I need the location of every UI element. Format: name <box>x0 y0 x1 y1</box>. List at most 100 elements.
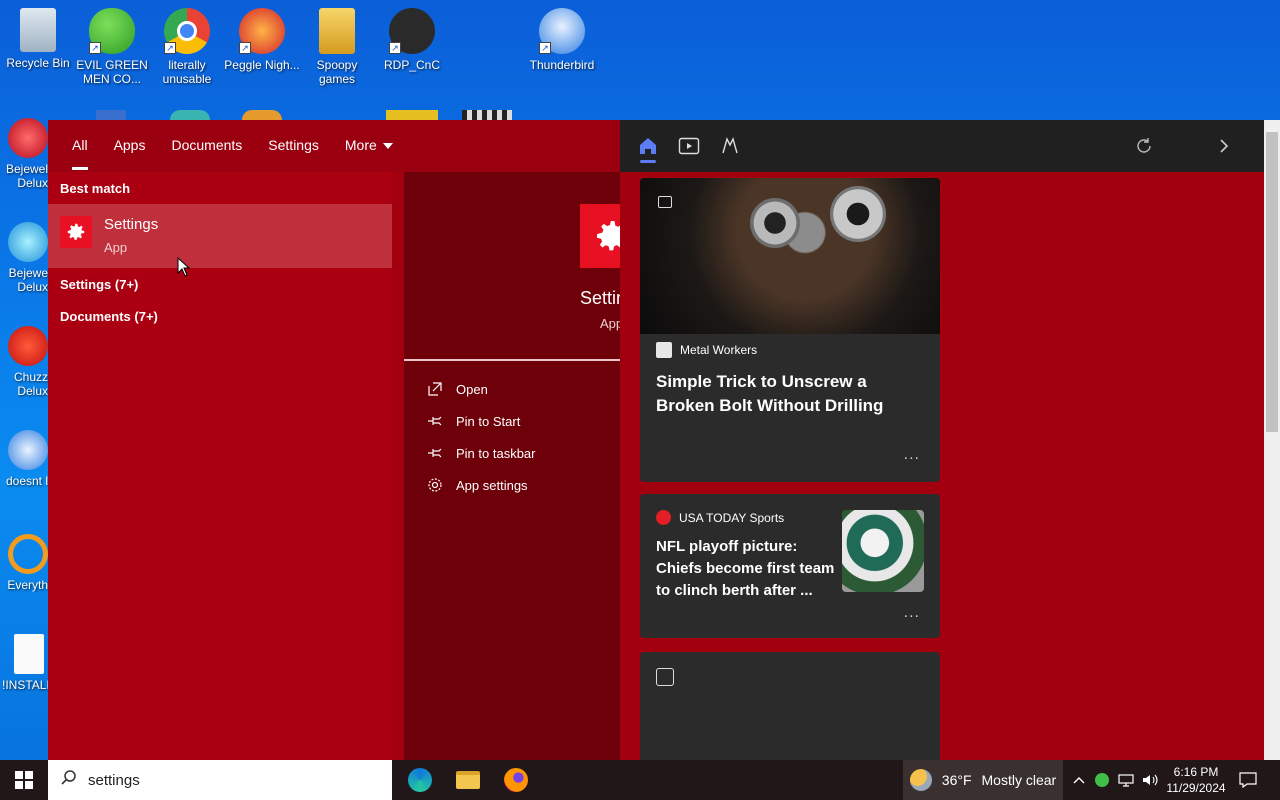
clock-date: 11/29/2024 <box>1166 781 1226 795</box>
more-options-icon[interactable]: ... <box>904 604 920 622</box>
news-scrollbar[interactable] <box>1264 120 1280 760</box>
news-card[interactable]: Metal Workers Simple Trick to Unscrew a … <box>640 178 940 482</box>
desktop-icon-evil-green-men[interactable]: ↗ EVIL GREEN MEN CO... <box>74 8 150 86</box>
nut-shape <box>830 186 886 242</box>
result-group-settings[interactable]: Settings (7+) <box>60 277 138 292</box>
action-open[interactable]: Open <box>426 381 488 397</box>
people-icon: ↗ <box>89 8 135 54</box>
taskbar-edge-button[interactable] <box>400 760 440 800</box>
action-open-label: Open <box>456 381 488 397</box>
desktop-icon-everything[interactable]: Everyth <box>0 534 48 592</box>
folder-icon <box>319 8 355 54</box>
notification-icon <box>1239 772 1257 788</box>
desktop-icon-chuzzle[interactable]: Chuzz Delux <box>0 326 48 398</box>
desktop-icon-chrome[interactable]: ↗ literally unusable <box>149 8 225 86</box>
desktop-icon-doesnt[interactable]: doesnt l <box>0 430 48 488</box>
open-icon <box>426 381 444 397</box>
search-filter-bar: All Apps Documents Settings More <box>48 120 620 172</box>
clock[interactable]: 6:16 PM 11/29/2024 <box>1162 760 1230 800</box>
desktop-icon-install[interactable]: !INSTALL <box>0 634 48 692</box>
scrollbar-thumb[interactable] <box>1266 132 1278 432</box>
desktop-icon-rdp-cnc[interactable]: ↗ RDP_CnC <box>374 8 450 72</box>
gear-icon <box>580 204 620 268</box>
show-hidden-icons-button[interactable] <box>1070 760 1088 800</box>
green-people-icon <box>1095 773 1109 787</box>
desktop-icon-peggle[interactable]: ↗ Peggle Nigh... <box>224 8 300 72</box>
chevron-right-icon[interactable] <box>1212 134 1236 158</box>
news-headline[interactable]: Simple Trick to Unscrew a Broken Bolt Wi… <box>656 370 916 418</box>
weather-temp: 36°F <box>941 772 972 788</box>
detail-divider <box>404 359 620 361</box>
desktop-icon-thunderbird[interactable]: ↗ Thunderbird <box>524 8 600 72</box>
desktop-icon-bejeweled-2[interactable]: Bejewe Delux <box>0 222 48 294</box>
clock-time: 6:16 PM <box>1173 765 1219 779</box>
tab-settings[interactable]: Settings <box>268 120 319 172</box>
action-pin-taskbar[interactable]: Pin to taskbar <box>426 445 536 461</box>
chuzzle-icon <box>8 326 48 366</box>
news-card[interactable] <box>640 652 940 760</box>
network-button[interactable] <box>1116 760 1136 800</box>
taskbar-file-explorer-button[interactable] <box>448 760 488 800</box>
news-feed-pane: Metal Workers Simple Trick to Unscrew a … <box>620 120 1264 760</box>
shortcut-arrow-icon: ↗ <box>164 42 176 54</box>
tab-apps[interactable]: Apps <box>114 120 146 172</box>
pin-icon <box>426 445 444 461</box>
desktop-icon-recycle-bin[interactable]: Recycle Bin <box>0 8 76 70</box>
weather-moon-icon <box>909 769 932 791</box>
gear-outline-icon <box>426 477 444 493</box>
action-pin-taskbar-label: Pin to taskbar <box>456 445 536 461</box>
news-card[interactable]: USA TODAY Sports NFL playoff picture: Ch… <box>640 494 940 638</box>
video-icon[interactable] <box>677 134 701 158</box>
tab-all[interactable]: All <box>72 120 88 172</box>
news-headline[interactable]: NFL playoff picture: Chiefs become first… <box>656 536 844 602</box>
more-options-icon[interactable]: ... <box>904 446 920 464</box>
action-pin-start[interactable]: Pin to Start <box>426 413 520 429</box>
remote-desktop-icon: ↗ <box>389 8 435 54</box>
action-app-settings[interactable]: App settings <box>426 477 528 493</box>
firefox-icon <box>504 768 528 792</box>
taskbar-search-box[interactable] <box>48 760 392 800</box>
mouse-cursor <box>177 256 191 282</box>
source-name: USA TODAY Sports <box>679 510 785 525</box>
result-detail-pane: Settings App Open Pin to Start Pin to ta… <box>404 172 620 760</box>
desktop-icon-spoopy-games[interactable]: Spoopy games <box>299 8 375 86</box>
tab-documents[interactable]: Documents <box>171 120 242 172</box>
news-source: Metal Workers <box>656 342 757 358</box>
home-icon[interactable] <box>636 134 660 158</box>
chevron-down-icon <box>382 143 393 150</box>
football-photo <box>842 510 924 592</box>
weather-widget[interactable]: 36°F Mostly clear <box>903 760 1063 800</box>
best-match-name: Settings <box>104 216 159 233</box>
desktop-icon-partial <box>170 110 210 120</box>
desktop-icon-bejeweled-1[interactable]: Bejewel Delux <box>0 118 48 190</box>
best-match-kind: App <box>104 240 128 255</box>
windows-logo-icon <box>15 771 33 789</box>
taskbar-firefox-button[interactable] <box>496 760 536 800</box>
action-center-button[interactable] <box>1236 760 1260 800</box>
best-match-result[interactable]: Settings App <box>48 204 392 268</box>
volume-button[interactable] <box>1140 760 1160 800</box>
result-group-documents[interactable]: Documents (7+) <box>60 309 158 324</box>
start-button[interactable] <box>0 760 48 800</box>
image-placeholder-icon <box>656 668 674 686</box>
refresh-icon[interactable] <box>1132 134 1156 158</box>
gear-icon <box>60 216 92 248</box>
text-file-icon <box>14 634 44 674</box>
recycle-bin-icon <box>20 8 56 52</box>
tray-app-icon[interactable] <box>1092 760 1112 800</box>
desktop-icon-partial <box>462 110 512 120</box>
diamond-icon <box>8 222 48 262</box>
detail-app-name: Settings <box>580 288 620 308</box>
magnifier-icon <box>8 534 48 574</box>
peggle-icon: ↗ <box>239 8 285 54</box>
chevron-up-icon <box>1073 777 1085 784</box>
taskbar: 36°F Mostly clear 6:16 PM 11/29/2024 <box>0 760 1280 800</box>
folder-icon <box>456 771 480 789</box>
search-input[interactable] <box>88 771 368 789</box>
edge-icon <box>408 768 432 792</box>
tab-more[interactable]: More <box>345 120 393 172</box>
games-icon[interactable] <box>718 134 742 158</box>
search-icon <box>60 769 78 792</box>
detail-app-kind: App <box>600 316 620 331</box>
source-logo-icon <box>656 342 672 358</box>
